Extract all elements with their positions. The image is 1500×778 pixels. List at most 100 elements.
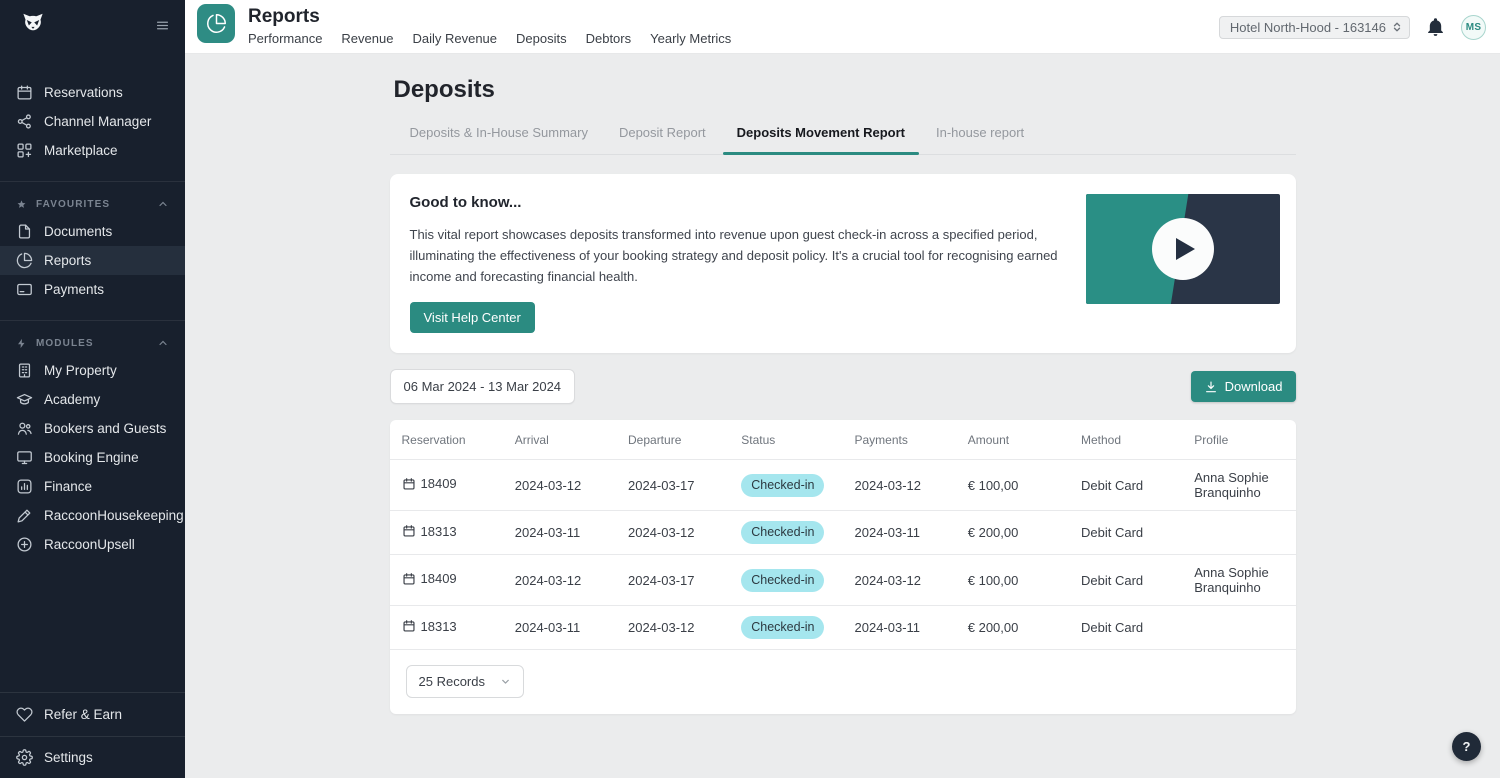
chevron-down-icon [500, 676, 511, 687]
play-triangle-icon [1176, 238, 1195, 260]
sidebar-item-finance[interactable]: Finance [0, 472, 185, 501]
report-tabs: Performance Revenue Daily Revenue Deposi… [248, 31, 731, 46]
subtab-deposit-report[interactable]: Deposit Report [619, 125, 706, 154]
profile-cell [1182, 511, 1295, 555]
page-title: Deposits [394, 76, 1296, 104]
user-avatar[interactable]: MS [1461, 15, 1486, 40]
payments-cell: 2024-03-11 [843, 511, 956, 555]
sidebar-item-marketplace[interactable]: Marketplace [0, 136, 185, 165]
chevrons-up-down-icon [1391, 20, 1403, 34]
favourites-section-header[interactable]: FAVOURITES [0, 191, 185, 217]
profile-cell [1182, 606, 1295, 650]
departure-cell: 2024-03-12 [616, 606, 729, 650]
sidebar-item-label: Reports [44, 253, 91, 268]
tab-deposits[interactable]: Deposits [516, 31, 567, 46]
table-row: 183132024-03-112024-03-12Checked-in2024-… [390, 606, 1296, 650]
sidebar-item-booking-engine[interactable]: Booking Engine [0, 443, 185, 472]
reservation-link[interactable]: 18313 [402, 524, 457, 539]
reservation-link[interactable]: 18409 [402, 476, 457, 491]
amount-cell: € 100,00 [956, 555, 1069, 606]
pie-chart-icon [16, 252, 33, 269]
sidebar-item-settings[interactable]: Settings [0, 736, 185, 778]
reservation-id: 18409 [421, 476, 457, 491]
payments-cell: 2024-03-12 [843, 555, 956, 606]
menu-toggle-icon[interactable] [155, 19, 170, 32]
notifications-bell-icon[interactable] [1425, 16, 1446, 38]
deposits-table-card: Reservation Arrival Departure Status Pay… [390, 420, 1296, 714]
sidebar-item-academy[interactable]: Academy [0, 385, 185, 414]
departure-cell: 2024-03-17 [616, 555, 729, 606]
sidebar-item-channel-manager[interactable]: Channel Manager [0, 107, 185, 136]
sidebar-item-label: Academy [44, 392, 100, 407]
tab-revenue[interactable]: Revenue [341, 31, 393, 46]
status-badge: Checked-in [741, 616, 824, 639]
reservation-link[interactable]: 18409 [402, 571, 457, 586]
subtab-deposits-movement-report[interactable]: Deposits Movement Report [737, 125, 905, 154]
play-button-icon[interactable] [1152, 218, 1214, 280]
profile-cell: Anna Sophie Branquinho [1182, 555, 1295, 606]
calendar-icon [402, 524, 416, 538]
profile-cell: Anna Sophie Branquinho [1182, 460, 1295, 511]
sidebar-item-reports[interactable]: Reports [0, 246, 185, 275]
info-card-body: This vital report showcases deposits tra… [410, 224, 1065, 287]
subtab-deposits-in-house-summary[interactable]: Deposits & In-House Summary [410, 125, 588, 154]
lightning-icon [16, 338, 27, 349]
payments-cell: 2024-03-11 [843, 606, 956, 650]
reservation-id: 18313 [421, 619, 457, 634]
arrival-cell: 2024-03-11 [503, 511, 616, 555]
tab-debtors[interactable]: Debtors [586, 31, 632, 46]
sidebar-item-documents[interactable]: Documents [0, 217, 185, 246]
sidebar-item-reservations[interactable]: Reservations [0, 78, 185, 107]
column-header-method: Method [1069, 420, 1182, 460]
modules-section-header[interactable]: MODULES [0, 330, 185, 356]
app-title: Reports [248, 6, 320, 28]
sidebar-item-label: Documents [44, 224, 112, 239]
bar-chart-icon [16, 478, 33, 495]
table-controls: 06 Mar 2024 - 13 Mar 2024 Download [390, 369, 1296, 404]
records-select-value: 25 Records [419, 674, 485, 689]
sidebar-item-label: Finance [44, 479, 92, 494]
sidebar-item-label: RaccoonUpsell [44, 537, 135, 552]
sidebar-item-raccoonhousekeeping[interactable]: RaccoonHousekeeping [0, 501, 185, 530]
tab-performance[interactable]: Performance [248, 31, 322, 46]
table-row: 184092024-03-122024-03-17Checked-in2024-… [390, 460, 1296, 511]
records-per-page-select[interactable]: 25 Records [406, 665, 524, 698]
sidebar-header [0, 0, 185, 52]
favourites-group: FAVOURITES Documents Reports Payments [0, 181, 185, 304]
sidebar-item-payments[interactable]: Payments [0, 275, 185, 304]
deposits-table: Reservation Arrival Departure Status Pay… [390, 420, 1296, 649]
pie-chart-icon [206, 13, 227, 34]
hotel-selector[interactable]: Hotel North-Hood - 163146 [1219, 16, 1410, 39]
good-to-know-card: Good to know... This vital report showca… [390, 174, 1296, 353]
sidebar-item-label: Channel Manager [44, 114, 151, 129]
sidebar-item-my-property[interactable]: My Property [0, 356, 185, 385]
table-header-row: Reservation Arrival Departure Status Pay… [390, 420, 1296, 460]
arrival-cell: 2024-03-12 [503, 460, 616, 511]
sidebar-item-raccoonupsell[interactable]: RaccoonUpsell [0, 530, 185, 559]
modules-group: MODULES My Property Academy Bookers and … [0, 320, 185, 559]
amount-cell: € 200,00 [956, 606, 1069, 650]
arrival-cell: 2024-03-11 [503, 606, 616, 650]
date-range-picker[interactable]: 06 Mar 2024 - 13 Mar 2024 [390, 369, 576, 404]
table-row: 183132024-03-112024-03-12Checked-in2024-… [390, 511, 1296, 555]
tutorial-video-thumbnail[interactable] [1086, 194, 1280, 304]
visit-help-center-button[interactable]: Visit Help Center [410, 302, 535, 333]
reservation-link[interactable]: 18313 [402, 619, 457, 634]
amount-cell: € 200,00 [956, 511, 1069, 555]
sidebar-item-bookers-and-guests[interactable]: Bookers and Guests [0, 414, 185, 443]
status-badge: Checked-in [741, 474, 824, 497]
table-footer: 25 Records [390, 649, 1296, 714]
credit-card-icon [16, 281, 33, 298]
tab-daily-revenue[interactable]: Daily Revenue [412, 31, 497, 46]
download-button[interactable]: Download [1191, 371, 1296, 402]
sidebar-item-label: Reservations [44, 85, 123, 100]
method-cell: Debit Card [1069, 606, 1182, 650]
method-cell: Debit Card [1069, 555, 1182, 606]
tab-yearly-metrics[interactable]: Yearly Metrics [650, 31, 731, 46]
status-badge: Checked-in [741, 569, 824, 592]
chevron-up-icon [157, 337, 169, 349]
sidebar-item-refer-and-earn[interactable]: Refer & Earn [0, 692, 185, 736]
reports-app-badge [197, 4, 235, 43]
help-button[interactable]: ? [1452, 732, 1481, 761]
subtab-in-house-report[interactable]: In-house report [936, 125, 1024, 154]
